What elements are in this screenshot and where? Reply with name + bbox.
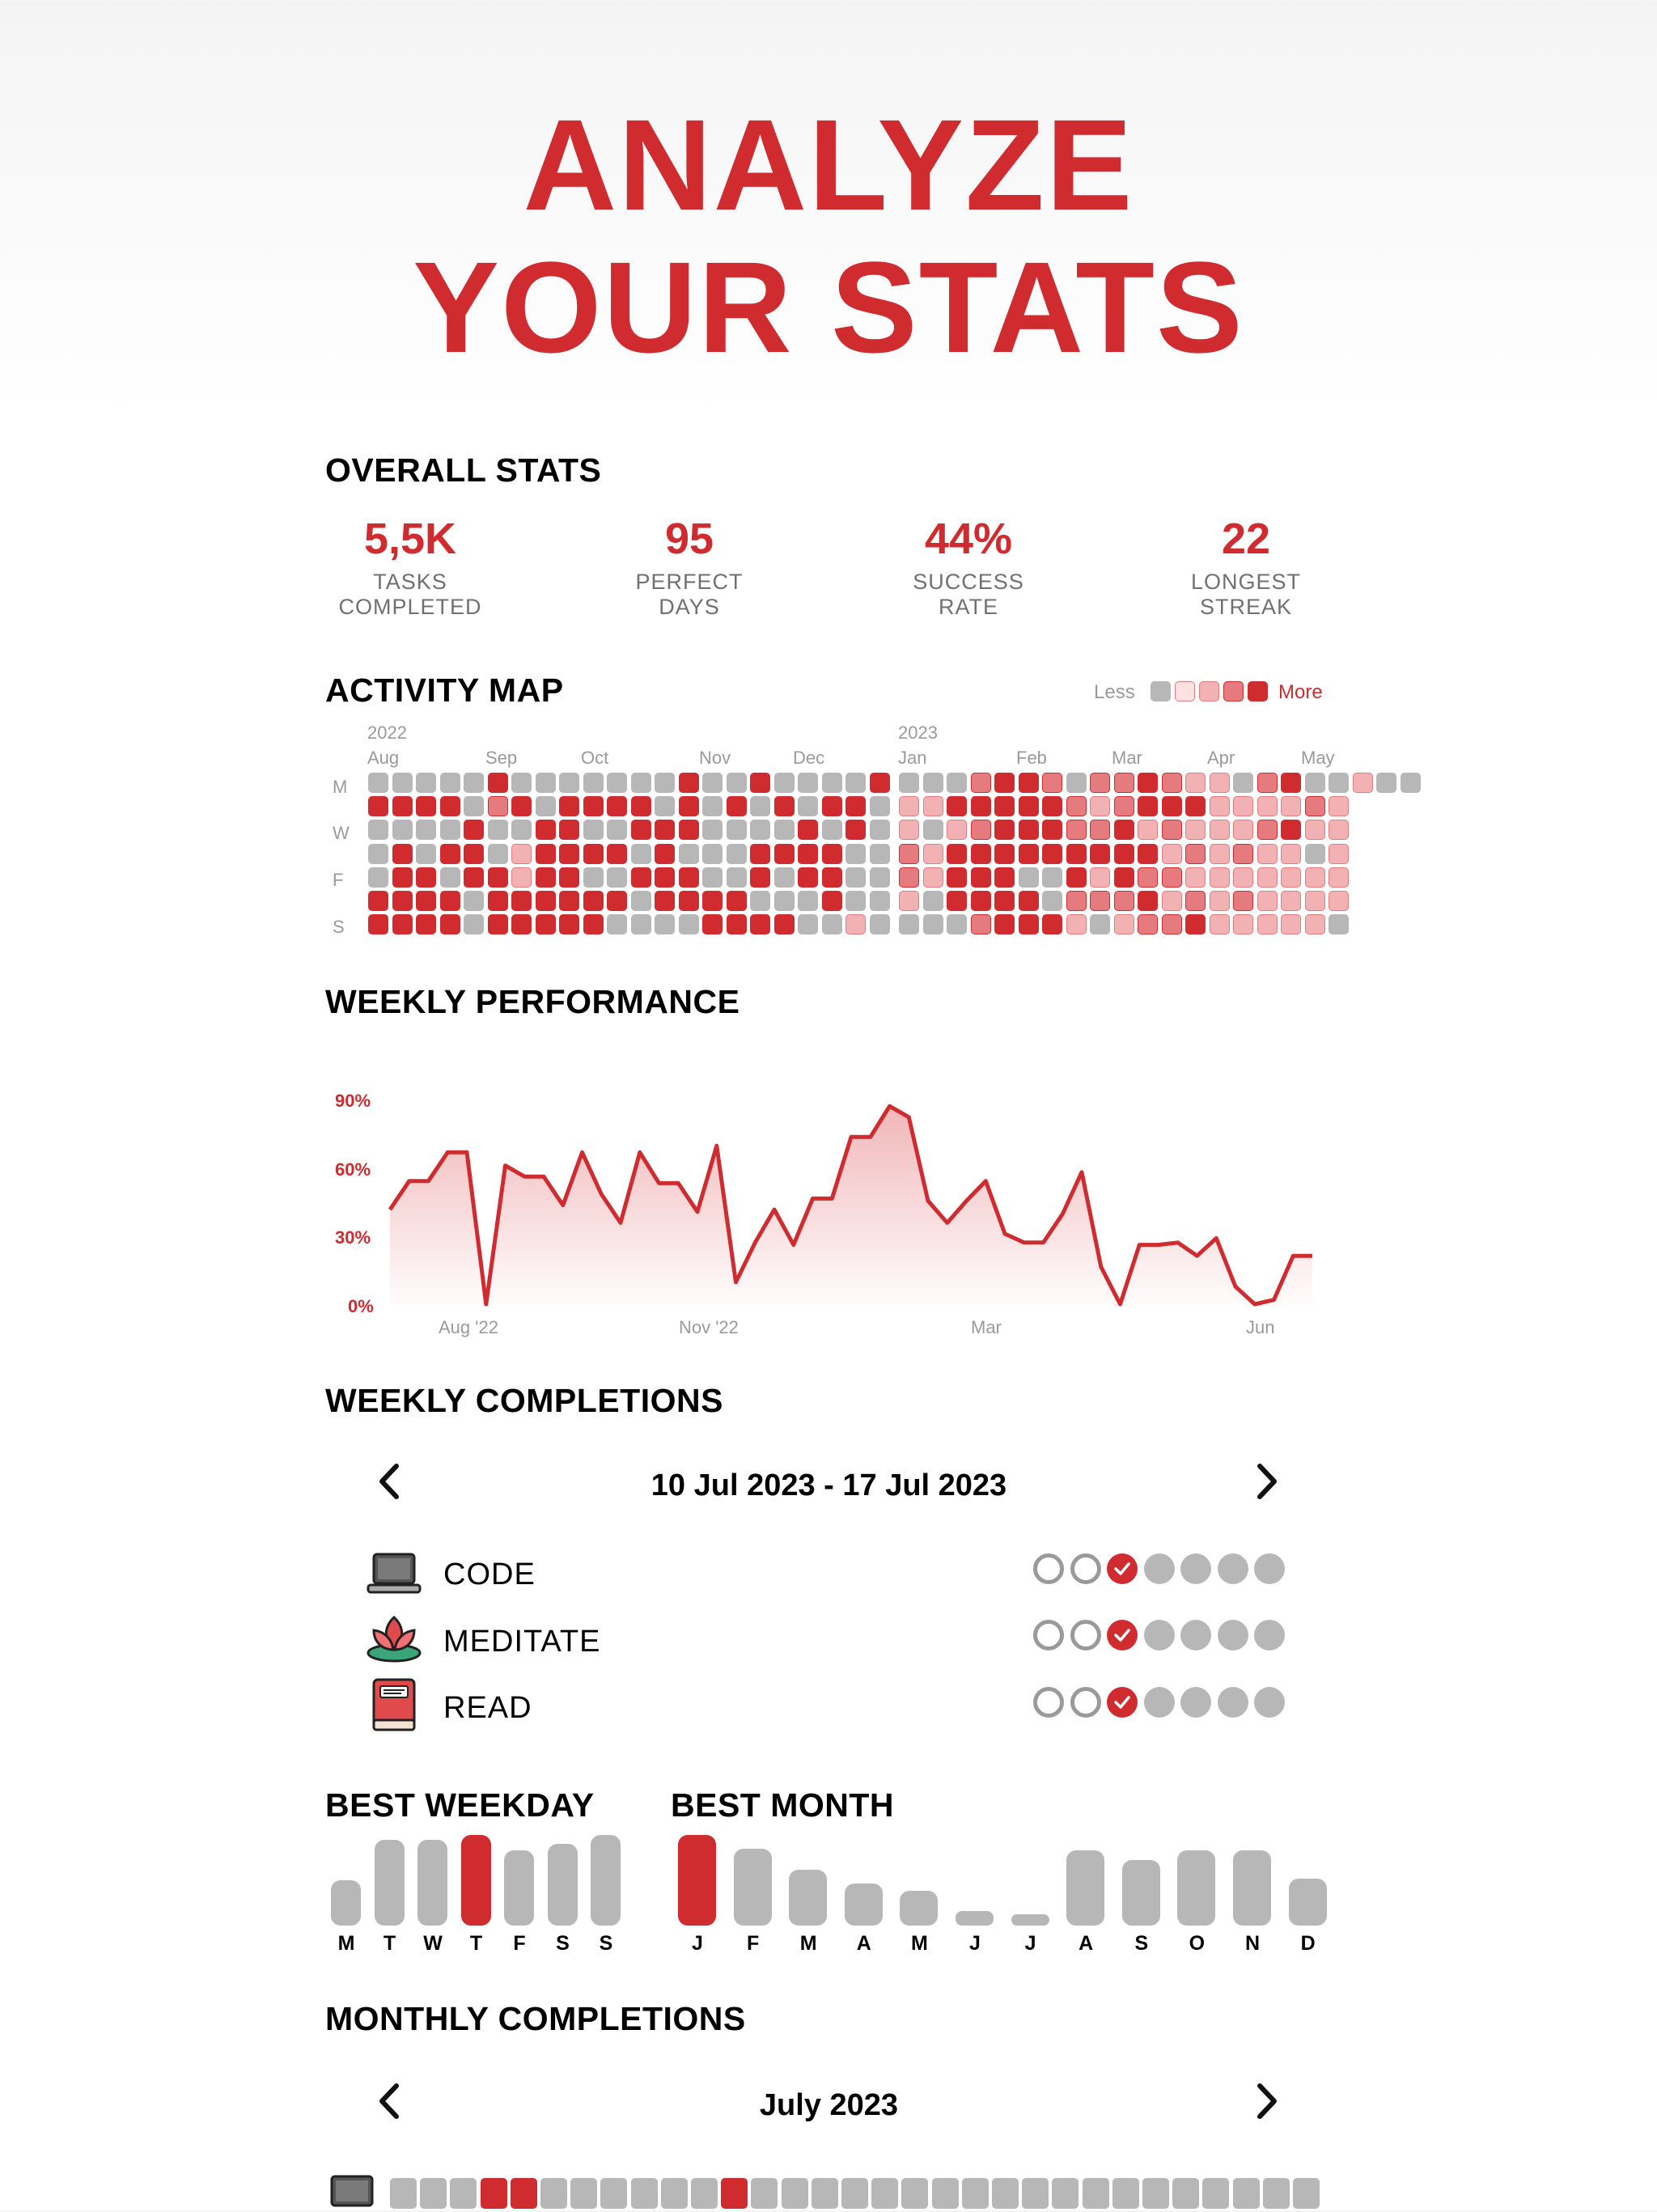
month-day-cell (1293, 2178, 1320, 2209)
weekday-bar-label: W (423, 1932, 443, 1955)
month-day-cell (1202, 2178, 1230, 2209)
weekday-bar-label: S (556, 1932, 570, 1955)
month-bar (1121, 1860, 1160, 1926)
month-bar (844, 1884, 883, 1926)
laptop-icon (330, 2175, 374, 2207)
month-day-cell (1142, 2178, 1169, 2209)
month-day-cell (420, 2178, 447, 2209)
month-day-cell (450, 2178, 477, 2209)
month-day-cell (992, 2178, 1019, 2209)
month-day-cell (871, 2178, 899, 2209)
month-bar-label: O (1189, 1932, 1206, 1955)
month-bar-label: A (1079, 1932, 1094, 1955)
weekday-bar (547, 1844, 578, 1926)
month-day-cell (1052, 2178, 1079, 2209)
month-bar-label: F (746, 1932, 760, 1955)
month-day-cell (961, 2178, 989, 2209)
month-day-cell (901, 2178, 929, 2209)
month-day-cell (1262, 2178, 1290, 2209)
weekday-bar-label: F (513, 1932, 526, 1955)
month-day-cell (570, 2178, 598, 2209)
month-bar-label: J (969, 1932, 981, 1955)
best-bars: MTWTFSSJFMAMJJASOND (0, 0, 1657, 1974)
weekday-bar-label: S (599, 1932, 613, 1955)
month-bar-label: D (1300, 1932, 1316, 1955)
month-bar (1233, 1850, 1271, 1926)
month-bar-label: J (1024, 1932, 1036, 1955)
month-bar-label: J (692, 1932, 703, 1955)
month-bar (900, 1891, 939, 1926)
monthly-completions-title: MONTHLY COMPLETIONS (325, 2000, 746, 2037)
month-day-cell (811, 2178, 838, 2209)
month-day-cell (1112, 2178, 1139, 2209)
month-day-cell (540, 2178, 567, 2209)
month-bar (1177, 1850, 1216, 1926)
month-day-cell (691, 2178, 718, 2209)
chevron-right-icon (1257, 2083, 1277, 2119)
month-day-cell (480, 2178, 507, 2209)
month-day-cell (630, 2178, 658, 2209)
weekday-bar (504, 1850, 534, 1926)
month-bar (956, 1911, 994, 1926)
next-month-button[interactable] (1250, 2081, 1282, 2129)
month-day-cell (600, 2178, 628, 2209)
month-bar-label: S (1134, 1932, 1149, 1955)
month-day-cell (841, 2178, 868, 2209)
month-bar-label: N (1244, 1932, 1261, 1955)
month-day-cell (931, 2178, 959, 2209)
month-day-cell (1022, 2178, 1049, 2209)
month-label: July 2023 (759, 2088, 899, 2122)
weekday-bar (374, 1839, 405, 1926)
month-day-cell (510, 2178, 537, 2209)
month-day-cell (660, 2178, 688, 2209)
month-day-cell (390, 2178, 417, 2209)
weekday-bar-label: M (337, 1932, 355, 1955)
month-day-cell (721, 2178, 748, 2209)
month-day-cell (751, 2178, 778, 2209)
weekday-bar-label: T (469, 1932, 483, 1955)
month-bar (678, 1835, 716, 1926)
month-bar (1066, 1850, 1105, 1926)
weekday-bar (417, 1839, 447, 1926)
weekday-bar (460, 1835, 491, 1926)
month-bar (789, 1869, 828, 1926)
month-day-cell (1172, 2178, 1200, 2209)
month-bar (733, 1848, 772, 1926)
month-bar (1011, 1914, 1049, 1926)
month-day-cell (781, 2178, 808, 2209)
weekday-bar (591, 1835, 621, 1926)
month-day-cell (1232, 2178, 1260, 2209)
weekday-bar (331, 1880, 361, 1926)
month-bar-label: A (856, 1932, 871, 1955)
weekday-bar-label: T (383, 1932, 396, 1955)
month-bar-label: M (799, 1932, 817, 1955)
month-bar (1288, 1878, 1327, 1926)
month-bar-label: M (910, 1932, 928, 1955)
month-day-cell (1082, 2178, 1109, 2209)
